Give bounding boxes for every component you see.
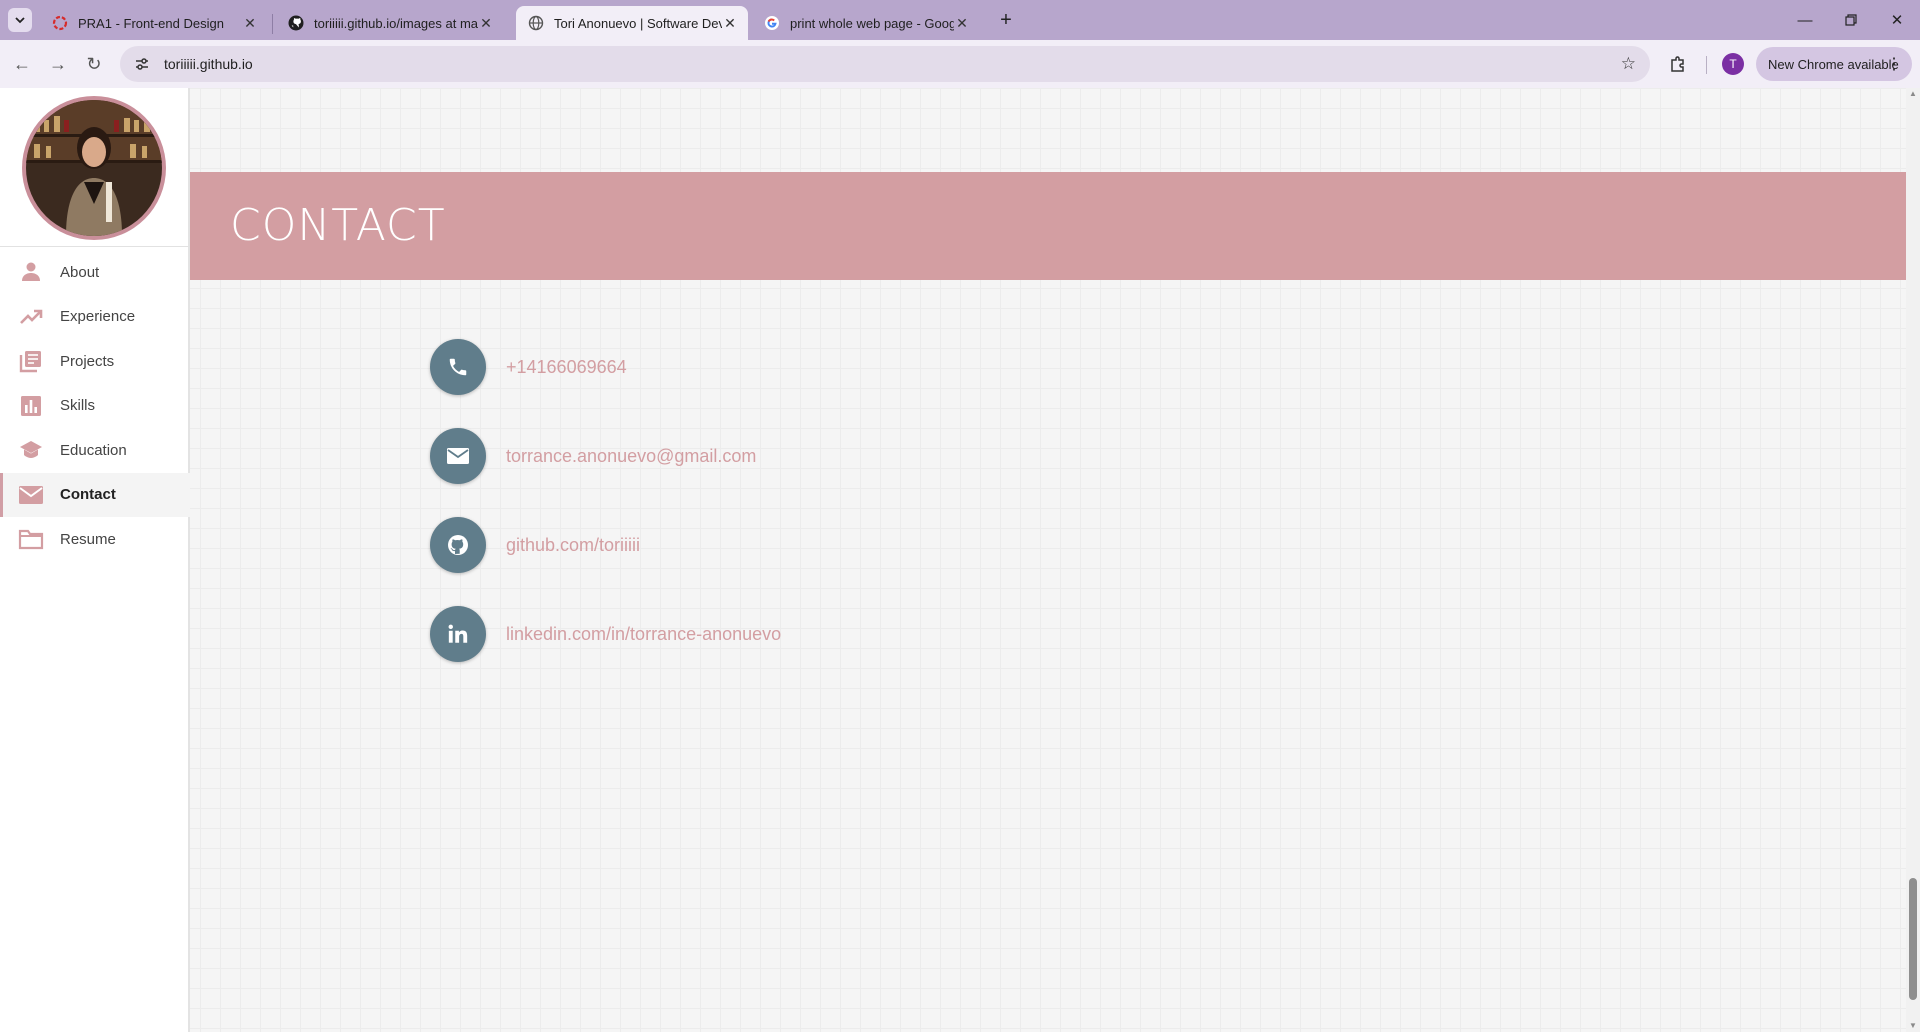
circle-logo-icon [52, 15, 68, 31]
minimize-icon: — [1797, 11, 1813, 29]
sidebar-item-about[interactable]: About [0, 250, 190, 295]
close-icon: ✕ [1890, 12, 1904, 29]
reload-button[interactable]: ↻ [80, 50, 108, 78]
sidebar-item-label: Resume [60, 530, 116, 548]
scrollbar-thumb[interactable] [1909, 878, 1917, 1000]
globe-icon [528, 15, 544, 31]
tab-title: print whole web page - Google [790, 15, 954, 31]
tab-title: PRA1 - Front-end Design [78, 15, 224, 31]
library-books-icon [18, 348, 44, 374]
github-icon [288, 15, 304, 31]
sidebar-item-projects[interactable]: Projects [0, 339, 190, 384]
person-icon [18, 259, 44, 285]
sidebar-item-education[interactable]: Education [0, 428, 190, 473]
browser-toolbar: ← → ↻ toriiiii.github.io ☆ T New Chrome … [0, 40, 1920, 88]
sidebar: About Experience Projects Skills Educati… [0, 88, 190, 1032]
tab-title: toriiiii.github.io/images at main [314, 15, 478, 31]
plus-icon: + [1000, 8, 1012, 31]
sidebar-item-skills[interactable]: Skills [0, 384, 190, 429]
scroll-down-icon[interactable]: ▼ [1909, 1022, 1917, 1030]
chrome-update-button[interactable]: New Chrome available ⋮ [1756, 47, 1912, 81]
linkedin-icon[interactable] [430, 606, 486, 662]
contact-item-email: torrance.anonuevo@gmail.com [430, 428, 781, 517]
folder-icon [18, 526, 44, 552]
sidebar-item-resume[interactable]: Resume [0, 517, 190, 562]
tab-portfolio[interactable]: Tori Anonuevo | Software Devel ✕ [516, 6, 748, 40]
forward-button[interactable]: → [44, 50, 72, 78]
bookmark-star-icon[interactable]: ☆ [1621, 54, 1636, 74]
trending-up-icon [18, 304, 44, 330]
update-label: New Chrome available [1768, 56, 1899, 72]
back-button[interactable]: ← [8, 50, 36, 78]
tab-separator [272, 14, 273, 34]
browser-tabstrip: PRA1 - Front-end Design ✕ toriiiii.githu… [0, 0, 1920, 40]
school-icon [18, 437, 44, 463]
main-content: CONTACT +14166069664 torrance.anonuevo@g… [190, 88, 1906, 1032]
new-tab-button[interactable]: + [994, 8, 1018, 32]
tab-google[interactable]: print whole web page - Google ✕ [752, 6, 980, 40]
tab-github[interactable]: toriiiii.github.io/images at main ✕ [276, 6, 504, 40]
chevron-down-icon [15, 17, 25, 24]
scroll-up-icon[interactable]: ▲ [1909, 90, 1917, 98]
tab-title: Tori Anonuevo | Software Devel [554, 15, 722, 31]
profile-avatar[interactable]: T [1722, 53, 1744, 75]
section-title: CONTACT [230, 200, 446, 251]
page-viewport: About Experience Projects Skills Educati… [0, 88, 1920, 1032]
sidebar-item-label: Projects [60, 352, 115, 370]
reload-icon: ↻ [86, 53, 102, 74]
tab-close-icon[interactable]: ✕ [954, 15, 970, 31]
google-icon [764, 15, 780, 31]
contact-item-phone: +14166069664 [430, 339, 781, 428]
sidebar-item-experience[interactable]: Experience [0, 295, 190, 340]
site-settings-icon[interactable] [130, 52, 154, 76]
close-window-button[interactable]: ✕ [1874, 0, 1920, 40]
sidebar-item-label: Skills [60, 397, 96, 415]
extensions-button[interactable] [1666, 52, 1690, 76]
sidebar-nav: About Experience Projects Skills Educati… [0, 250, 190, 562]
tab-close-icon[interactable]: ✕ [478, 15, 494, 31]
contact-item-linkedin: linkedin.com/in/torrance-anonuevo [430, 606, 781, 695]
contact-item-github: github.com/toriiiii [430, 517, 781, 606]
contact-github-link[interactable]: github.com/toriiiii [506, 535, 640, 556]
puzzle-icon [1671, 56, 1684, 72]
bar-chart-icon [18, 393, 44, 419]
contact-phone-link[interactable]: +14166069664 [506, 357, 627, 378]
restore-icon [1845, 14, 1857, 26]
sidebar-item-label: Experience [60, 308, 136, 326]
tab-close-icon[interactable]: ✕ [722, 15, 738, 31]
sidebar-item-label: About [60, 263, 100, 281]
sidebar-divider [0, 246, 190, 247]
contact-list: +14166069664 torrance.anonuevo@gmail.com… [430, 339, 781, 695]
tab-close-icon[interactable]: ✕ [242, 15, 258, 31]
restore-button[interactable] [1828, 0, 1874, 40]
profile-photo [22, 96, 166, 240]
sidebar-item-contact[interactable]: Contact [0, 472, 190, 517]
address-bar[interactable]: toriiiii.github.io ☆ [120, 46, 1650, 82]
section-banner: CONTACT [190, 172, 1906, 280]
github-icon[interactable] [430, 517, 486, 573]
contact-linkedin-link[interactable]: linkedin.com/in/torrance-anonuevo [506, 624, 781, 645]
contact-email-link[interactable]: torrance.anonuevo@gmail.com [506, 446, 756, 467]
arrow-right-icon: → [49, 53, 67, 74]
page-scrollbar[interactable]: ▲ ▼ [1906, 88, 1920, 1032]
arrow-left-icon: ← [13, 53, 31, 74]
toolbar-separator [1706, 56, 1707, 74]
url-text: toriiiii.github.io [164, 56, 253, 72]
mail-icon [18, 482, 44, 508]
tab-search-button[interactable] [8, 8, 32, 32]
envelope-icon[interactable] [430, 428, 486, 484]
sidebar-item-label: Contact [60, 486, 116, 504]
more-vert-icon[interactable]: ⋮ [1886, 54, 1902, 74]
phone-icon[interactable] [430, 339, 486, 395]
sidebar-item-label: Education [60, 441, 127, 459]
tab-pra1[interactable]: PRA1 - Front-end Design ✕ [40, 6, 268, 40]
minimize-button[interactable]: — [1782, 0, 1828, 40]
